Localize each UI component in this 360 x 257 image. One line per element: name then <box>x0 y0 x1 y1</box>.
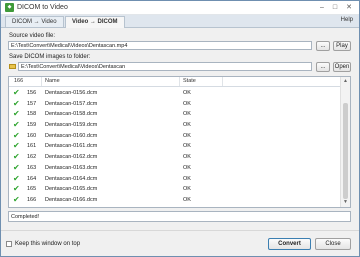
checkmark-icon: ✔ <box>13 98 20 108</box>
row-name: Dentascan-0165.dcm <box>45 186 98 193</box>
keep-on-top-label[interactable]: Keep this window on top <box>15 241 80 247</box>
row-state: OK <box>183 132 191 139</box>
row-name: Dentascan-0157.dcm <box>45 100 98 107</box>
checkmark-icon: ✔ <box>13 120 20 130</box>
dicom-app-icon: ◆ <box>5 3 14 12</box>
row-number: 159 <box>27 122 37 129</box>
table-row[interactable]: ✔ 160 Dentascan-0160.dcm OK <box>9 131 339 142</box>
source-browse-button[interactable]: ... <box>316 41 330 51</box>
row-state: OK <box>183 164 191 171</box>
checkmark-icon: ✔ <box>13 173 20 183</box>
status-box: Completed! <box>8 211 351 222</box>
table-row[interactable]: ✔ 157 Dentascan-0157.dcm OK <box>9 99 339 110</box>
row-number: 166 <box>27 196 37 203</box>
list-rows: ✔ 156 Dentascan-0156.dcm OK ✔ 157 Dentascan-0… <box>9 88 339 206</box>
scroll-thumb[interactable] <box>343 103 348 199</box>
table-row[interactable]: ✔ 161 Dentascan-0161.dcm OK <box>9 141 339 152</box>
row-number: 157 <box>27 100 37 107</box>
target-label: Save DICOM images to folder: <box>9 54 91 60</box>
status-text: Completed! <box>11 214 40 220</box>
title-bar: ◆ DICOM to Video – □ ✕ <box>1 1 359 15</box>
bottom-bar: Keep this window on top Convert Close <box>1 230 359 256</box>
row-state: OK <box>183 154 191 161</box>
row-name: Dentascan-0166.dcm <box>45 196 98 203</box>
row-state: OK <box>183 90 191 96</box>
tab-video-to-dicom[interactable]: Video → DICOM <box>65 16 125 28</box>
checkmark-icon: ✔ <box>13 184 20 194</box>
table-row[interactable]: ✔ 158 Dentascan-0158.dcm OK <box>9 109 339 120</box>
row-name: Dentascan-0159.dcm <box>45 122 98 129</box>
app-window: ◆ DICOM to Video – □ ✕ DICOM → Video Vid… <box>0 0 360 257</box>
maximize-icon[interactable]: □ <box>330 3 340 12</box>
row-number: 164 <box>27 175 37 182</box>
checkmark-icon: ✔ <box>13 141 20 151</box>
row-name: Dentascan-0160.dcm <box>45 132 98 139</box>
row-state: OK <box>183 175 191 182</box>
row-state: OK <box>183 122 191 129</box>
column-count[interactable]: 166 <box>14 78 23 84</box>
table-row[interactable]: ✔ 162 Dentascan-0162.dcm OK <box>9 152 339 163</box>
table-row[interactable]: ✔ 165 Dentascan-0165.dcm OK <box>9 184 339 195</box>
column-state[interactable]: State <box>183 78 196 84</box>
play-button[interactable]: Play <box>333 41 351 51</box>
row-state: OK <box>183 186 191 193</box>
column-separator <box>179 77 180 86</box>
minimize-icon[interactable]: – <box>317 3 327 12</box>
row-number: 161 <box>27 143 37 150</box>
row-number: 160 <box>27 132 37 139</box>
help-link[interactable]: Help <box>341 17 353 23</box>
results-list[interactable]: 166 Name State ✔ 156 Dentascan-0156.dcm OK … <box>8 76 351 208</box>
checkmark-icon: ✔ <box>13 162 20 172</box>
column-separator <box>222 77 223 86</box>
list-scrollbar[interactable]: ▲ ▼ <box>340 77 350 207</box>
table-row[interactable]: ✔ 156 Dentascan-0156.dcm OK <box>9 88 339 99</box>
tab-bar: DICOM → Video Video → DICOM Help <box>1 15 359 28</box>
row-name: Dentascan-0162.dcm <box>45 154 98 161</box>
row-state: OK <box>183 143 191 150</box>
folder-icon <box>9 64 16 69</box>
row-name: Dentascan-0156.dcm <box>45 90 98 96</box>
row-name: Dentascan-0161.dcm <box>45 143 98 150</box>
row-number: 163 <box>27 164 37 171</box>
row-state: OK <box>183 111 191 118</box>
scroll-down-icon[interactable]: ▼ <box>341 198 350 207</box>
checkmark-icon: ✔ <box>13 88 20 97</box>
scroll-up-icon[interactable]: ▲ <box>341 77 350 86</box>
row-number: 158 <box>27 111 37 118</box>
window-title: DICOM to Video <box>17 4 68 11</box>
list-header: 166 Name State <box>9 77 350 87</box>
row-state: OK <box>183 100 191 107</box>
row-name: Dentascan-0158.dcm <box>45 111 98 118</box>
row-state: OK <box>183 196 191 203</box>
source-label: Source video file: <box>9 33 56 39</box>
checkmark-icon: ✔ <box>13 194 20 204</box>
open-button[interactable]: Open <box>333 62 351 72</box>
row-number: 162 <box>27 154 37 161</box>
target-folder-field[interactable]: E:\Test\Convert\Medical\Videos\Dentascan <box>18 62 312 71</box>
table-row[interactable]: ✔ 166 Dentascan-0166.dcm OK <box>9 195 339 206</box>
checkmark-icon: ✔ <box>13 130 20 140</box>
row-number: 165 <box>27 186 37 193</box>
table-row[interactable]: ✔ 163 Dentascan-0163.dcm OK <box>9 163 339 174</box>
table-row[interactable]: ✔ 164 Dentascan-0164.dcm OK <box>9 174 339 185</box>
keep-on-top-checkbox[interactable] <box>6 241 12 247</box>
table-row[interactable]: ✔ 159 Dentascan-0159.dcm OK <box>9 120 339 131</box>
row-number: 156 <box>27 90 37 96</box>
row-name: Dentascan-0163.dcm <box>45 164 98 171</box>
column-separator <box>41 77 42 86</box>
convert-button[interactable]: Convert <box>268 238 311 250</box>
column-name[interactable]: Name <box>45 78 60 84</box>
close-window-icon[interactable]: ✕ <box>344 3 354 12</box>
tab-dicom-to-video[interactable]: DICOM → Video <box>5 16 64 27</box>
close-button[interactable]: Close <box>315 238 351 250</box>
target-browse-button[interactable]: ... <box>316 62 330 72</box>
checkmark-icon: ✔ <box>13 152 20 162</box>
source-file-field[interactable]: E:\Test\Convert\Medical\Videos\Dentascan… <box>8 41 312 50</box>
checkmark-icon: ✔ <box>13 109 20 119</box>
row-name: Dentascan-0164.dcm <box>45 175 98 182</box>
